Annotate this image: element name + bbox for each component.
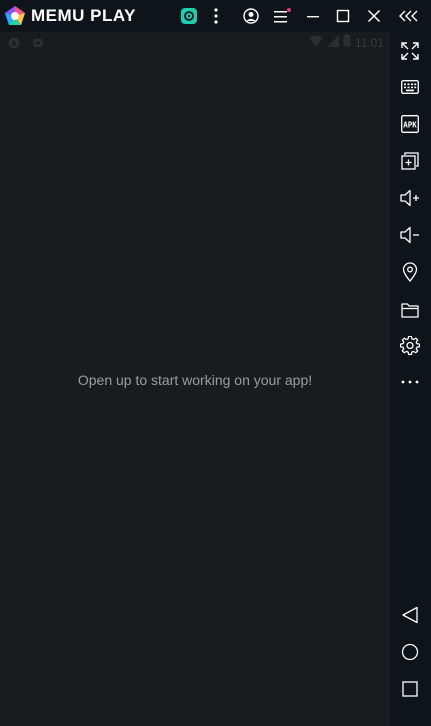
keyboard-icon[interactable]	[398, 75, 422, 99]
maximize-icon[interactable]	[333, 6, 353, 26]
location-icon[interactable]	[398, 260, 422, 284]
apk-label: APK	[403, 121, 417, 130]
brand-logo: MEMU PLAY	[4, 4, 136, 28]
volume-down-icon[interactable]	[398, 223, 422, 247]
notification-dot	[287, 8, 291, 12]
back-icon[interactable]	[398, 603, 422, 627]
minimize-icon[interactable]	[303, 6, 323, 26]
right-toolbar: APK	[390, 32, 431, 726]
hamburger-menu-icon[interactable]	[272, 6, 292, 26]
user-account-icon[interactable]	[241, 6, 261, 26]
notification-app-icon	[8, 36, 20, 54]
status-clock: 11:01	[354, 36, 384, 50]
recents-icon[interactable]	[398, 677, 422, 701]
title-bar: MEMU PLAY	[0, 0, 431, 32]
android-screen[interactable]: 11:01 Open up to start working on your a…	[0, 32, 390, 726]
close-icon[interactable]	[364, 6, 384, 26]
apk-install-icon[interactable]: APK	[398, 112, 422, 136]
kebab-menu-icon[interactable]	[206, 6, 226, 26]
memu-logo-icon	[4, 5, 26, 27]
multi-instance-icon[interactable]	[398, 149, 422, 173]
notification-square-icon	[32, 36, 44, 54]
status-bar: 11:01	[0, 32, 390, 52]
volume-up-icon[interactable]	[398, 186, 422, 210]
wifi-icon	[308, 34, 323, 52]
settings-icon[interactable]	[398, 334, 422, 358]
battery-icon	[343, 34, 351, 52]
folder-icon[interactable]	[398, 298, 422, 322]
home-icon[interactable]	[398, 640, 422, 664]
fullscreen-icon[interactable]	[398, 39, 422, 63]
empty-launcher-message: Open up to start working on your app!	[77, 372, 313, 388]
signal-icon	[326, 34, 339, 52]
brand-name: MEMU PLAY	[31, 6, 136, 25]
collapse-sidebar-icon[interactable]	[399, 6, 419, 26]
app-market-icon[interactable]	[179, 6, 199, 26]
more-icon[interactable]	[398, 370, 422, 394]
